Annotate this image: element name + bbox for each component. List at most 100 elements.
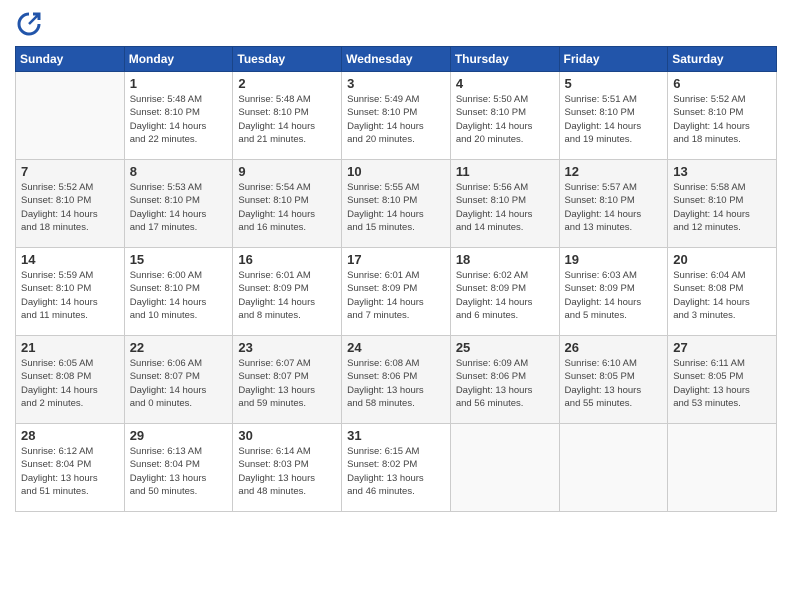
day-info-line: Daylight: 14 hours bbox=[238, 208, 336, 221]
day-info-line: Daylight: 14 hours bbox=[130, 120, 228, 133]
calendar-cell: 5 Sunrise: 5:51 AMSunset: 8:10 PMDaylight… bbox=[559, 72, 668, 160]
day-info-line: Sunset: 8:05 PM bbox=[565, 370, 663, 383]
day-info-line: Sunset: 8:03 PM bbox=[238, 458, 336, 471]
weekday-header: Thursday bbox=[450, 47, 559, 72]
day-info-line: Sunrise: 6:07 AM bbox=[238, 357, 336, 370]
day-info-line: Sunset: 8:10 PM bbox=[673, 194, 771, 207]
day-info: Sunrise: 6:10 AMSunset: 8:05 PMDaylight:… bbox=[565, 357, 663, 410]
day-info-line: Daylight: 14 hours bbox=[673, 120, 771, 133]
day-info-line: and 2 minutes. bbox=[21, 397, 119, 410]
calendar-cell: 17Sunrise: 6:01 AMSunset: 8:09 PMDayligh… bbox=[342, 248, 451, 336]
day-info-line: Sunset: 8:10 PM bbox=[347, 106, 445, 119]
day-info-line: Sunrise: 5:57 AM bbox=[565, 181, 663, 194]
day-info-line: Sunrise: 6:01 AM bbox=[238, 269, 336, 282]
day-number: 24 bbox=[347, 340, 445, 355]
day-info-line: Sunrise: 5:50 AM bbox=[456, 93, 554, 106]
day-info-line: Sunset: 8:09 PM bbox=[565, 282, 663, 295]
weekday-header: Saturday bbox=[668, 47, 777, 72]
calendar-cell: 18Sunrise: 6:02 AMSunset: 8:09 PMDayligh… bbox=[450, 248, 559, 336]
day-info: Sunrise: 6:09 AMSunset: 8:06 PMDaylight:… bbox=[456, 357, 554, 410]
day-info: Sunrise: 6:06 AMSunset: 8:07 PMDaylight:… bbox=[130, 357, 228, 410]
day-number: 17 bbox=[347, 252, 445, 267]
day-info-line: and 0 minutes. bbox=[130, 397, 228, 410]
day-number: 29 bbox=[130, 428, 228, 443]
day-info-line: Daylight: 14 hours bbox=[347, 120, 445, 133]
day-info-line: Daylight: 14 hours bbox=[565, 208, 663, 221]
day-info-line: Sunrise: 6:12 AM bbox=[21, 445, 119, 458]
day-info-line: and 13 minutes. bbox=[565, 221, 663, 234]
day-info-line: Sunset: 8:10 PM bbox=[347, 194, 445, 207]
day-info-line: and 46 minutes. bbox=[347, 485, 445, 498]
calendar-week-row: 28Sunrise: 6:12 AMSunset: 8:04 PMDayligh… bbox=[16, 424, 777, 512]
day-info: Sunrise: 5:57 AMSunset: 8:10 PMDaylight:… bbox=[565, 181, 663, 234]
day-info-line: Daylight: 13 hours bbox=[673, 384, 771, 397]
day-info: Sunrise: 6:07 AMSunset: 8:07 PMDaylight:… bbox=[238, 357, 336, 410]
day-number: 4 bbox=[456, 76, 554, 91]
calendar-cell bbox=[559, 424, 668, 512]
day-number: 6 bbox=[673, 76, 771, 91]
day-info-line: Daylight: 13 hours bbox=[21, 472, 119, 485]
weekday-header: Sunday bbox=[16, 47, 125, 72]
day-info-line: and 50 minutes. bbox=[130, 485, 228, 498]
day-info: Sunrise: 5:48 AMSunset: 8:10 PMDaylight:… bbox=[130, 93, 228, 146]
day-number: 28 bbox=[21, 428, 119, 443]
weekday-header: Friday bbox=[559, 47, 668, 72]
day-info-line: and 7 minutes. bbox=[347, 309, 445, 322]
day-info-line: and 51 minutes. bbox=[21, 485, 119, 498]
day-number: 14 bbox=[21, 252, 119, 267]
day-info-line: Daylight: 13 hours bbox=[456, 384, 554, 397]
day-info-line: Daylight: 14 hours bbox=[565, 296, 663, 309]
day-info-line: and 6 minutes. bbox=[456, 309, 554, 322]
day-number: 2 bbox=[238, 76, 336, 91]
day-info-line: Sunrise: 6:08 AM bbox=[347, 357, 445, 370]
day-info-line: Sunset: 8:10 PM bbox=[565, 194, 663, 207]
day-info: Sunrise: 6:11 AMSunset: 8:05 PMDaylight:… bbox=[673, 357, 771, 410]
day-info-line: and 18 minutes. bbox=[673, 133, 771, 146]
day-info-line: Sunset: 8:10 PM bbox=[565, 106, 663, 119]
calendar-cell: 25Sunrise: 6:09 AMSunset: 8:06 PMDayligh… bbox=[450, 336, 559, 424]
day-number: 20 bbox=[673, 252, 771, 267]
calendar-cell: 10Sunrise: 5:55 AMSunset: 8:10 PMDayligh… bbox=[342, 160, 451, 248]
day-info-line: Sunset: 8:10 PM bbox=[238, 106, 336, 119]
day-info-line: Sunrise: 6:04 AM bbox=[673, 269, 771, 282]
day-number: 9 bbox=[238, 164, 336, 179]
day-info-line: Daylight: 14 hours bbox=[456, 120, 554, 133]
day-info-line: Daylight: 14 hours bbox=[347, 296, 445, 309]
day-info-line: Daylight: 14 hours bbox=[347, 208, 445, 221]
day-info-line: and 12 minutes. bbox=[673, 221, 771, 234]
day-info-line: Daylight: 14 hours bbox=[456, 296, 554, 309]
day-info-line: Daylight: 14 hours bbox=[456, 208, 554, 221]
day-info-line: Sunrise: 6:01 AM bbox=[347, 269, 445, 282]
weekday-header: Wednesday bbox=[342, 47, 451, 72]
day-number: 23 bbox=[238, 340, 336, 355]
day-info-line: Sunset: 8:05 PM bbox=[673, 370, 771, 383]
day-info-line: and 18 minutes. bbox=[21, 221, 119, 234]
logo bbox=[15, 10, 47, 38]
day-info-line: Daylight: 14 hours bbox=[565, 120, 663, 133]
day-info-line: Sunset: 8:07 PM bbox=[238, 370, 336, 383]
day-info-line: Sunrise: 6:10 AM bbox=[565, 357, 663, 370]
calendar-cell: 6Sunrise: 5:52 AMSunset: 8:10 PMDaylight… bbox=[668, 72, 777, 160]
day-number: 5 bbox=[565, 76, 663, 91]
day-info-line: Sunset: 8:08 PM bbox=[673, 282, 771, 295]
day-info-line: Daylight: 13 hours bbox=[347, 384, 445, 397]
day-info: Sunrise: 6:13 AMSunset: 8:04 PMDaylight:… bbox=[130, 445, 228, 498]
day-info-line: Daylight: 13 hours bbox=[565, 384, 663, 397]
day-info-line: Sunrise: 6:11 AM bbox=[673, 357, 771, 370]
day-info: Sunrise: 5:54 AMSunset: 8:10 PMDaylight:… bbox=[238, 181, 336, 234]
calendar-cell: 3Sunrise: 5:49 AMSunset: 8:10 PMDaylight… bbox=[342, 72, 451, 160]
day-info-line: Sunrise: 5:51 AM bbox=[565, 93, 663, 106]
day-number: 21 bbox=[21, 340, 119, 355]
day-info: Sunrise: 6:14 AMSunset: 8:03 PMDaylight:… bbox=[238, 445, 336, 498]
calendar-cell: 16Sunrise: 6:01 AMSunset: 8:09 PMDayligh… bbox=[233, 248, 342, 336]
day-info-line: Daylight: 14 hours bbox=[130, 208, 228, 221]
day-info-line: Sunset: 8:10 PM bbox=[238, 194, 336, 207]
day-number: 15 bbox=[130, 252, 228, 267]
day-info-line: Sunset: 8:02 PM bbox=[347, 458, 445, 471]
day-info: Sunrise: 5:50 AMSunset: 8:10 PMDaylight:… bbox=[456, 93, 554, 146]
weekday-header: Monday bbox=[124, 47, 233, 72]
calendar-table: SundayMondayTuesdayWednesdayThursdayFrid… bbox=[15, 46, 777, 512]
day-number: 3 bbox=[347, 76, 445, 91]
day-info-line: Daylight: 13 hours bbox=[130, 472, 228, 485]
day-info-line: Sunset: 8:10 PM bbox=[21, 194, 119, 207]
